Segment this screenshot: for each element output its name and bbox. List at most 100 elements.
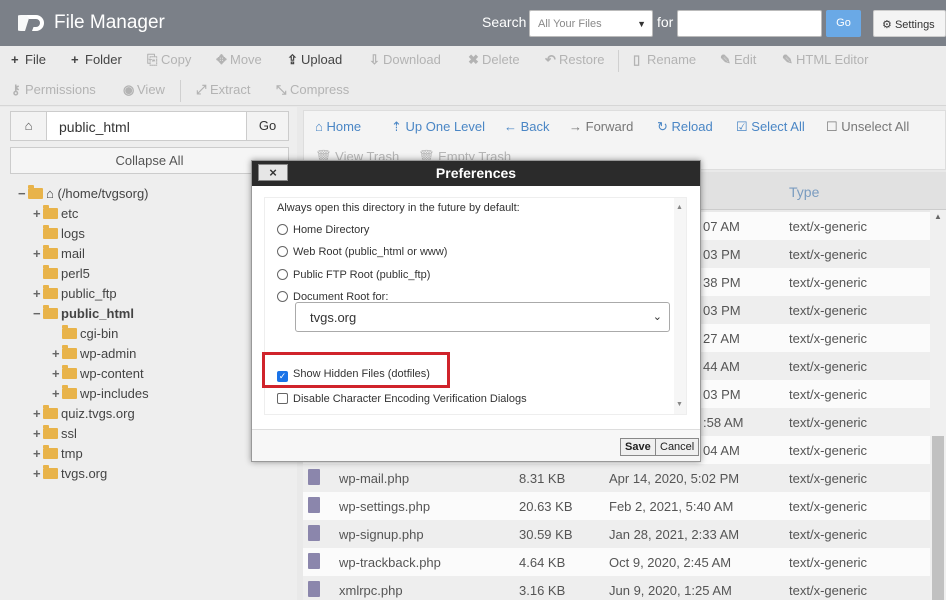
- edit-icon: ✎: [720, 52, 731, 67]
- save-button[interactable]: Save: [620, 438, 656, 456]
- reload-button[interactable]: ↻ Reload: [657, 119, 713, 135]
- document-root-domain-select[interactable]: tvgs.org ⌄: [295, 302, 670, 332]
- tree-item-etc[interactable]: + etc: [33, 205, 78, 223]
- download-button[interactable]: ⇩ Download: [369, 52, 441, 68]
- preferences-scrollbar[interactable]: ▲ ▼: [674, 198, 686, 414]
- column-header-type[interactable]: Type: [789, 184, 819, 200]
- permissions-button[interactable]: ⚷ Permissions: [11, 82, 96, 98]
- expand-toggle-icon[interactable]: +: [52, 385, 62, 403]
- tree-item-public-html[interactable]: − public_html: [33, 305, 134, 323]
- table-row[interactable]: wp-signup.php 30.59 KB Jan 28, 2021, 2:3…: [303, 520, 930, 548]
- radio-icon[interactable]: [277, 291, 288, 302]
- eye-icon: ◉: [123, 82, 135, 97]
- tree-item-wp-content[interactable]: + wp-content: [52, 365, 144, 383]
- file-name: wp-settings.php: [339, 499, 431, 514]
- up-one-level-button[interactable]: ⇡ Up One Level: [391, 119, 485, 135]
- restore-icon: ↶: [545, 52, 556, 67]
- collapse-all-button[interactable]: Collapse All: [10, 147, 289, 174]
- radio-public-ftp-root[interactable]: Public FTP Root (public_ftp): [277, 267, 430, 281]
- view-button[interactable]: ◉ View: [123, 82, 165, 98]
- select-all-button[interactable]: ☑ Select All: [736, 119, 805, 135]
- expand-toggle-icon[interactable]: +: [33, 445, 43, 463]
- toolbar-divider: [618, 50, 619, 72]
- folder-icon: [43, 445, 58, 459]
- tree-item-quiz[interactable]: + quiz.tvgs.org: [33, 405, 135, 423]
- forward-button[interactable]: → Forward: [569, 119, 633, 134]
- rename-icon: ▯: [633, 52, 641, 67]
- path-bar: ⌂ public_html Go: [10, 111, 289, 141]
- table-row[interactable]: wp-settings.php 20.63 KB Feb 2, 2021, 5:…: [303, 492, 930, 520]
- disable-encoding-dialogs-option[interactable]: Disable Character Encoding Verification …: [277, 391, 527, 405]
- checkbox-icon[interactable]: [277, 393, 288, 404]
- checkbox-checked-icon[interactable]: ✓: [277, 371, 288, 382]
- home-nav-button[interactable]: ⌂ Home: [315, 119, 361, 134]
- upload-button[interactable]: ⇪ Upload: [287, 52, 342, 68]
- close-icon[interactable]: ×: [258, 164, 288, 181]
- scrollbar-thumb[interactable]: [932, 436, 944, 600]
- tree-item-tmp[interactable]: + tmp: [33, 445, 83, 463]
- expand-toggle-icon[interactable]: +: [33, 405, 43, 423]
- tree-item-tvgs-org[interactable]: + tvgs.org: [33, 465, 107, 483]
- extract-button[interactable]: ⤢ Extract: [196, 82, 250, 98]
- expand-toggle-icon[interactable]: +: [52, 365, 62, 383]
- top-bar: File Manager Search All Your Files ▼ for…: [0, 0, 946, 46]
- compress-button[interactable]: ⤡ Compress: [276, 82, 349, 98]
- plus-icon: +: [11, 52, 19, 67]
- search-scope-select[interactable]: All Your Files ▼: [529, 10, 653, 37]
- html-editor-button[interactable]: ✎ HTML Editor: [782, 52, 868, 68]
- delete-button[interactable]: ✖ Delete: [468, 52, 520, 68]
- upload-icon: ⇪: [287, 52, 298, 67]
- radio-web-root[interactable]: Web Root (public_html or www): [277, 244, 447, 258]
- tree-item-public-ftp[interactable]: + public_ftp: [33, 285, 117, 303]
- folder-icon: [62, 365, 77, 379]
- expand-toggle-icon[interactable]: +: [33, 465, 43, 483]
- tree-item-home[interactable]: − ⌂ (/home/tvgsorg): [18, 185, 149, 203]
- scroll-up-arrow-icon[interactable]: ▲: [676, 204, 683, 211]
- scroll-down-arrow-icon[interactable]: ▼: [676, 401, 683, 408]
- tree-item-perl5[interactable]: perl5: [33, 265, 90, 283]
- home-icon[interactable]: ⌂: [11, 112, 47, 140]
- search-input[interactable]: [677, 10, 822, 37]
- tree-item-logs[interactable]: logs: [33, 225, 85, 243]
- search-go-button[interactable]: Go: [826, 10, 861, 37]
- cancel-button[interactable]: Cancel: [655, 438, 700, 456]
- collapse-toggle-icon[interactable]: −: [33, 305, 43, 323]
- file-type: text/x-generic: [789, 471, 868, 486]
- back-button[interactable]: ← Back: [504, 119, 550, 134]
- radio-icon[interactable]: [277, 224, 288, 235]
- file-type: text/x-generic: [789, 583, 868, 598]
- radio-icon[interactable]: [277, 246, 288, 257]
- tree-item-wp-includes[interactable]: + wp-includes: [52, 385, 149, 403]
- table-row[interactable]: xmlrpc.php 3.16 KB Jun 9, 2020, 1:25 AM …: [303, 576, 930, 600]
- expand-toggle-icon[interactable]: +: [33, 425, 43, 443]
- tree-item-ssl[interactable]: + ssl: [33, 425, 77, 443]
- new-folder-button[interactable]: + Folder: [71, 52, 122, 67]
- edit-button[interactable]: ✎ Edit: [720, 52, 756, 68]
- new-file-button[interactable]: + File: [11, 52, 46, 67]
- move-button[interactable]: ✥ Move: [216, 52, 262, 68]
- rename-button[interactable]: ▯ Rename: [633, 52, 696, 68]
- expand-toggle-icon[interactable]: +: [33, 285, 43, 303]
- expand-toggle-icon[interactable]: +: [33, 205, 43, 223]
- table-row[interactable]: wp-mail.php 8.31 KB Apr 14, 2020, 5:02 P…: [303, 464, 930, 492]
- radio-icon[interactable]: [277, 269, 288, 280]
- table-row[interactable]: wp-trackback.php 4.64 KB Oct 9, 2020, 2:…: [303, 548, 930, 576]
- expand-toggle-icon[interactable]: +: [52, 345, 62, 363]
- radio-document-root[interactable]: Document Root for:: [277, 289, 388, 303]
- scroll-up-arrow-icon[interactable]: ▲: [934, 212, 942, 221]
- unselect-all-button[interactable]: ☐ Unselect All: [826, 119, 909, 135]
- copy-button[interactable]: ⎘ Copy: [147, 52, 191, 68]
- tree-item-cgi-bin[interactable]: cgi-bin: [52, 325, 118, 343]
- folder-icon: [43, 285, 58, 299]
- folder-icon: [62, 345, 77, 359]
- collapse-toggle-icon[interactable]: −: [18, 185, 28, 203]
- tree-item-mail[interactable]: + mail: [33, 245, 85, 263]
- settings-button[interactable]: ⚙ Settings: [873, 10, 946, 37]
- radio-home-directory[interactable]: Home Directory: [277, 222, 369, 236]
- restore-button[interactable]: ↶ Restore: [545, 52, 605, 68]
- path-go-button[interactable]: Go: [246, 112, 288, 140]
- path-input[interactable]: public_html: [59, 119, 130, 135]
- show-hidden-files-option[interactable]: ✓ Show Hidden Files (dotfiles): [277, 368, 430, 382]
- tree-item-wp-admin[interactable]: + wp-admin: [52, 345, 136, 363]
- expand-toggle-icon[interactable]: +: [33, 245, 43, 263]
